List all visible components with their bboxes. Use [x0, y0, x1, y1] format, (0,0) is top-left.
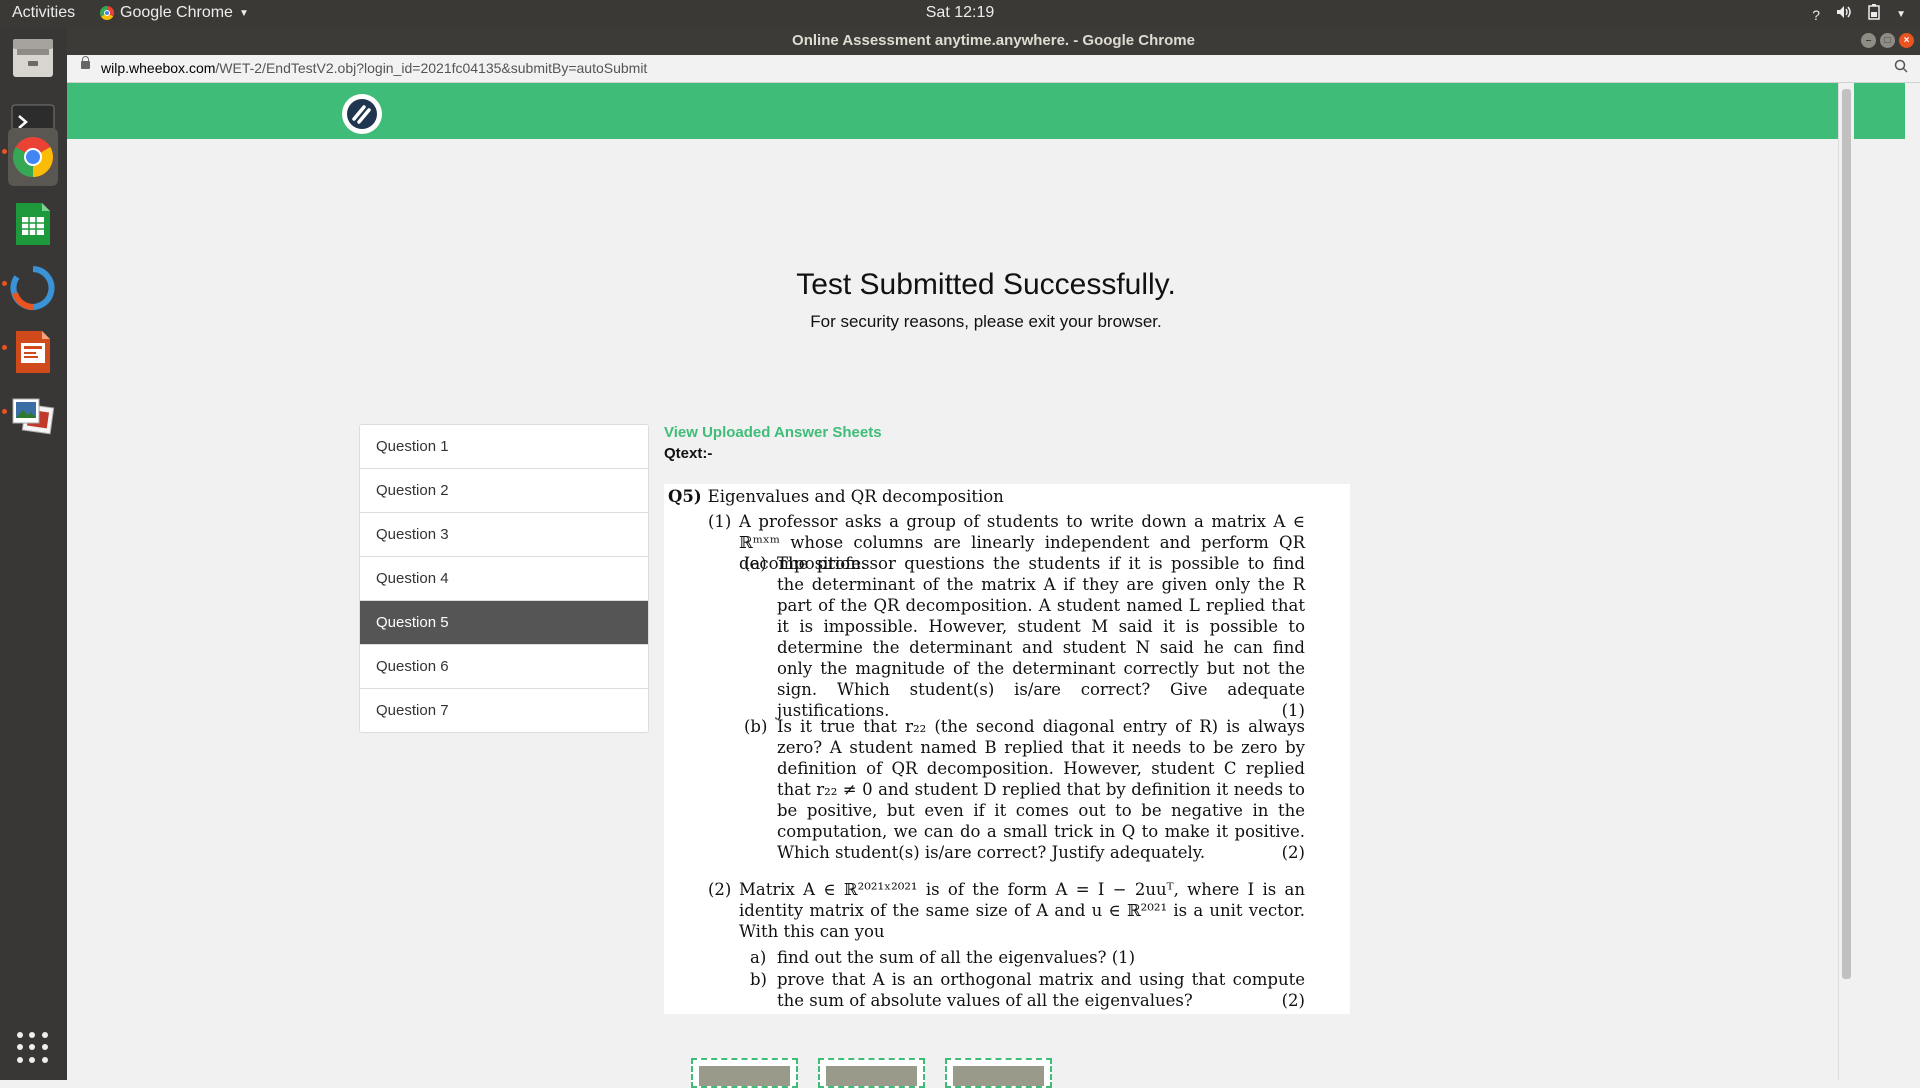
question-header: Q5) Eigenvalues and QR decomposition — [668, 486, 1004, 507]
question-item-7[interactable]: Question 7 — [360, 689, 648, 732]
answer-sheet-thumbnail[interactable] — [691, 1058, 798, 1088]
window-title: Online Assessment anytime.anywhere. - Go… — [792, 32, 1195, 49]
maximize-icon[interactable]: □ — [1880, 33, 1895, 48]
vertical-scrollbar[interactable] — [1838, 83, 1854, 1080]
system-top-bar: Activities Google Chrome ▼ Sat 12:19 ? ▼ — [0, 0, 1920, 27]
question-item-1[interactable]: Question 1 — [360, 425, 648, 469]
window-titlebar: Online Assessment anytime.anywhere. - Go… — [67, 27, 1920, 55]
chrome-icon[interactable] — [8, 128, 58, 186]
part-a-text: The professor questions the students if … — [777, 554, 1305, 720]
answer-sheet-thumbnail[interactable] — [818, 1058, 925, 1088]
wheebox-logo — [342, 94, 382, 134]
chevron-down-icon: ▼ — [238, 7, 249, 19]
question-list: Question 1 Question 2 Question 3 Questio… — [359, 424, 649, 733]
activities-button[interactable]: Activities — [12, 4, 75, 22]
running-indicator — [2, 409, 7, 414]
answer-sheet-thumbnail[interactable] — [945, 1058, 1052, 1088]
app-menu-label: Google Chrome — [120, 4, 233, 21]
volume-icon[interactable] — [1836, 5, 1852, 24]
part-b-text: Is it true that r₂₂ (the second diagonal… — [777, 717, 1305, 862]
sub-b-mark: (2) — [1281, 991, 1305, 1010]
running-indicator — [2, 281, 7, 286]
question-paper: Q5) Eigenvalues and QR decomposition (1) … — [664, 484, 1350, 1014]
minimize-icon[interactable]: – — [1861, 33, 1876, 48]
part-b-mark: (2) — [1281, 843, 1305, 862]
part-a-number: (a) — [744, 554, 767, 573]
address-bar[interactable]: wilp.wheebox.com/WET-2/EndTestV2.obj?log… — [67, 55, 1920, 83]
success-title: Test Submitted Successfully. — [796, 268, 1176, 301]
question-title: Eigenvalues and QR decomposition — [707, 487, 1004, 506]
question-item-4[interactable]: Question 4 — [360, 557, 648, 601]
chrome-icon — [100, 6, 114, 20]
qtext-label: Qtext:- — [664, 445, 713, 462]
help-icon[interactable]: ? — [1812, 7, 1820, 23]
lock-icon[interactable] — [81, 56, 90, 69]
zoom-icon[interactable] — [1894, 59, 1908, 77]
software-updater-icon[interactable] — [8, 263, 58, 313]
scrollbar-thumb[interactable] — [1842, 89, 1851, 979]
system-tray[interactable]: ? ▼ — [1812, 4, 1906, 25]
running-indicator — [2, 345, 7, 350]
running-indicator — [2, 149, 7, 154]
sub-a-text: find out the sum of all the eigenvalues?… — [777, 948, 1136, 967]
part-b-number: (b) — [744, 717, 768, 736]
question-item-5[interactable]: Question 5 — [360, 601, 648, 645]
url-field[interactable]: wilp.wheebox.com/WET-2/EndTestV2.obj?log… — [101, 60, 647, 76]
sub-b-text: prove that A is an orthogonal matrix and… — [777, 970, 1305, 1010]
presentation-icon[interactable] — [8, 327, 58, 377]
show-applications-icon[interactable] — [17, 1032, 49, 1064]
sub-a-number: a) — [750, 948, 767, 967]
battery-icon[interactable] — [1868, 4, 1880, 25]
app-menu[interactable]: Google Chrome ▼ — [100, 4, 249, 22]
question-number: Q5) — [668, 487, 702, 506]
power-menu-icon[interactable]: ▼ — [1896, 9, 1906, 20]
clock[interactable]: Sat 12:19 — [926, 4, 995, 21]
dock — [0, 27, 67, 1080]
url-host: wilp.wheebox.com — [101, 60, 216, 76]
files-icon[interactable] — [8, 33, 58, 83]
part-2-text: Matrix A ∈ ℝ²⁰²¹ˣ²⁰²¹ is of the form A =… — [739, 880, 1305, 941]
part-1-number: (1) — [708, 512, 732, 531]
question-item-2[interactable]: Question 2 — [360, 469, 648, 513]
url-path: /WET-2/EndTestV2.obj?login_id=2021fc0413… — [215, 60, 648, 76]
view-uploaded-answer-sheets-link[interactable]: View Uploaded Answer Sheets — [664, 424, 882, 441]
answer-sheet-thumbnails — [691, 1058, 1052, 1088]
spreadsheet-icon[interactable] — [8, 199, 58, 249]
success-subtitle: For security reasons, please exit your b… — [810, 312, 1162, 331]
part-2-number: (2) — [708, 880, 732, 899]
close-icon[interactable]: × — [1899, 33, 1914, 48]
question-item-3[interactable]: Question 3 — [360, 513, 648, 557]
sub-b-number: b) — [750, 970, 767, 989]
question-item-6[interactable]: Question 6 — [360, 645, 648, 689]
image-viewer-icon[interactable] — [8, 391, 58, 441]
web-page: Test Submitted Successfully. For securit… — [67, 83, 1905, 1088]
site-header — [67, 83, 1905, 139]
